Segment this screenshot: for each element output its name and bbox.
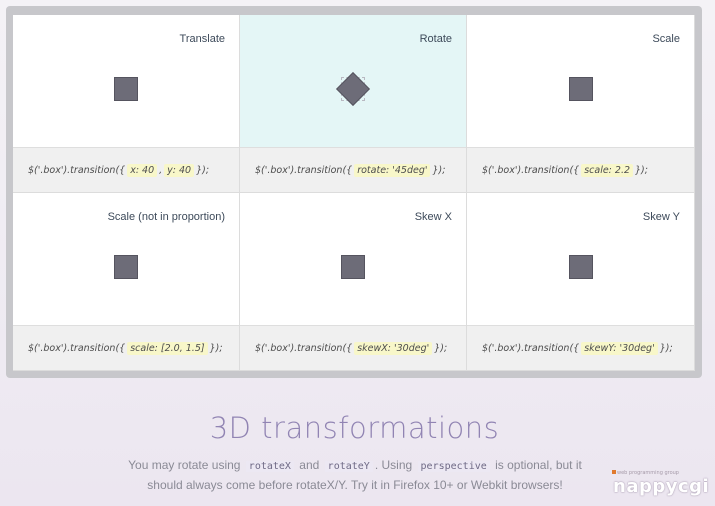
code-prefix: $('.box').transition({: [255, 164, 353, 176]
demo-box: [114, 255, 138, 279]
code-param: y: 40: [164, 163, 195, 177]
demo-box: [568, 255, 593, 279]
code-suffix: });: [209, 342, 223, 354]
card-stage[interactable]: Skew Y: [467, 193, 694, 326]
card-stage[interactable]: Skew X: [240, 193, 466, 326]
code-prefix: $('.box').transition({: [28, 342, 126, 354]
code-perspective: perspective: [417, 461, 490, 472]
card-stage[interactable]: Scale: [467, 15, 694, 148]
card-stage[interactable]: Scale (not in proportion): [13, 193, 239, 326]
code-suffix: });: [434, 342, 448, 354]
code-snippet: $('.box').transition({ skewX: '30deg' })…: [240, 325, 466, 370]
code-prefix: $('.box').transition({: [255, 342, 353, 354]
card-skew-y[interactable]: Skew Y $('.box').transition({ skewY: '30…: [467, 193, 695, 371]
demo-box: [114, 77, 138, 101]
card-rotate[interactable]: Rotate $('.box').transition({ rotate: '4…: [240, 15, 467, 193]
demo-box: [341, 255, 365, 279]
card-scale-not-proportional[interactable]: Scale (not in proportion) $('.box').tran…: [13, 193, 240, 371]
code-suffix: });: [432, 164, 446, 176]
code-snippet: $('.box').transition({ rotate: '45deg' }…: [240, 147, 466, 192]
logo-brand: nappycgi: [613, 476, 710, 497]
code-param: scale: 2.2: [581, 163, 634, 177]
desc-text: . Using: [374, 458, 413, 472]
section-description: You may rotate using rotateX and rotateY…: [120, 456, 590, 494]
card-title: Rotate: [419, 33, 452, 45]
desc-text: You may rotate using: [128, 458, 241, 472]
section-heading: 3D transformations: [209, 411, 500, 445]
watermark-logo: web programming group nappycgi: [612, 470, 709, 498]
card-title: Translate: [179, 33, 225, 45]
code-snippet: $('.box').transition({ skewY: '30deg' })…: [467, 325, 694, 370]
code-prefix: $('.box').transition({: [482, 342, 580, 354]
card-scale[interactable]: Scale $('.box').transition({ scale: 2.2 …: [467, 15, 695, 193]
card-translate[interactable]: Translate $('.box').transition({ x: 40, …: [13, 15, 240, 193]
card-title: Scale: [652, 33, 680, 45]
card-stage[interactable]: Translate: [13, 15, 239, 148]
card-stage[interactable]: Rotate: [240, 15, 466, 148]
code-rotatex: rotateX: [245, 461, 294, 472]
code-param: scale: [2.0, 1.5]: [127, 341, 208, 355]
card-title: Scale (not in proportion): [107, 211, 225, 223]
code-snippet: $('.box').transition({ x: 40, y: 40 });: [13, 147, 239, 192]
demo-box: [568, 77, 593, 101]
card-skew-x[interactable]: Skew X $('.box').transition({ skewX: '30…: [240, 193, 467, 371]
transform-demo-grid: Translate $('.box').transition({ x: 40, …: [13, 15, 695, 371]
code-prefix: $('.box').transition({: [28, 164, 126, 176]
code-param: x: 40: [127, 163, 158, 177]
code-suffix: });: [635, 164, 648, 176]
code-suffix: });: [196, 164, 210, 176]
code-param: skewX: '30deg': [354, 341, 433, 355]
code-snippet: $('.box').transition({ scale: 2.2 });: [467, 147, 694, 192]
logo-mark-icon: [612, 470, 616, 474]
code-param: rotate: '45deg': [354, 163, 431, 177]
code-prefix: $('.box').transition({: [482, 164, 580, 176]
code-snippet: $('.box').transition({ scale: [2.0, 1.5]…: [13, 325, 239, 370]
card-title: Skew X: [414, 211, 452, 223]
card-title: Skew Y: [642, 211, 680, 223]
code-suffix: });: [659, 342, 673, 354]
desc-text: and: [299, 458, 320, 472]
code-rotatey: rotateY: [324, 461, 373, 472]
code-param: skewY: '30deg': [581, 341, 658, 355]
